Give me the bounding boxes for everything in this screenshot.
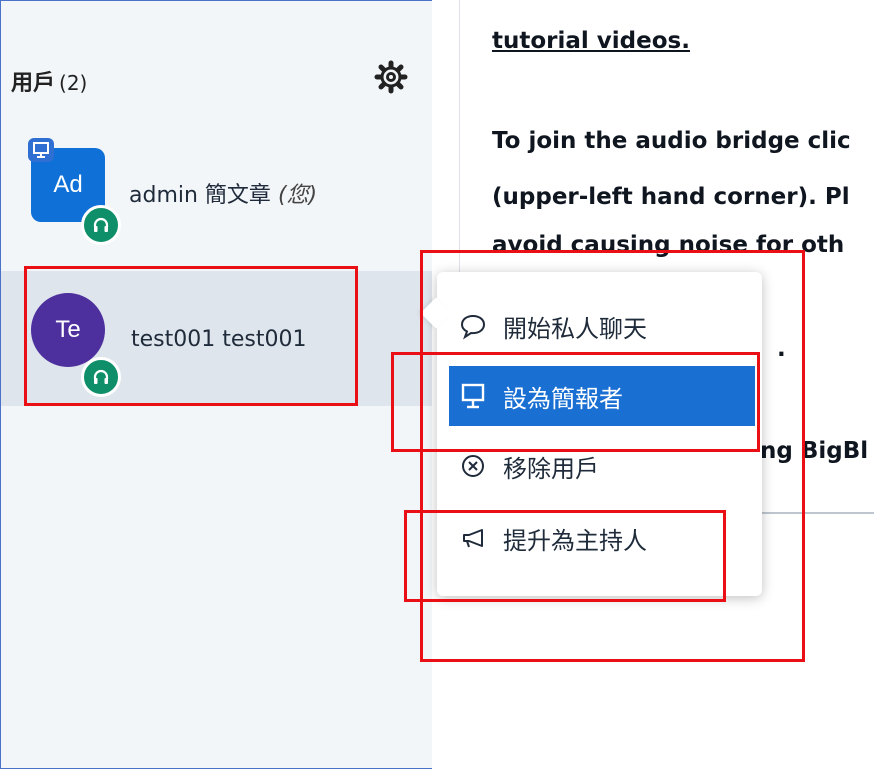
annotation-box	[391, 352, 760, 452]
user-list-title: 用戶	[11, 71, 56, 96]
presenter-icon	[28, 138, 54, 162]
annotation-box	[404, 510, 726, 602]
user-item-admin[interactable]: Ad admin 簡文章 (您)	[1, 143, 432, 253]
user-count: (2)	[59, 71, 88, 95]
user-name: admin 簡文章 (您)	[129, 183, 318, 208]
headset-icon	[81, 205, 121, 245]
chat-text: To join the audio bridge clic	[492, 128, 851, 154]
chat-text: (upper-left hand corner). Pl	[492, 184, 850, 210]
user-list-header: 用戶 (2)	[11, 65, 87, 97]
you-label: (您)	[277, 183, 318, 208]
gear-icon[interactable]	[373, 59, 409, 95]
annotation-box	[24, 266, 358, 406]
chat-link-tutorial[interactable]: tutorial videos.	[492, 28, 690, 54]
